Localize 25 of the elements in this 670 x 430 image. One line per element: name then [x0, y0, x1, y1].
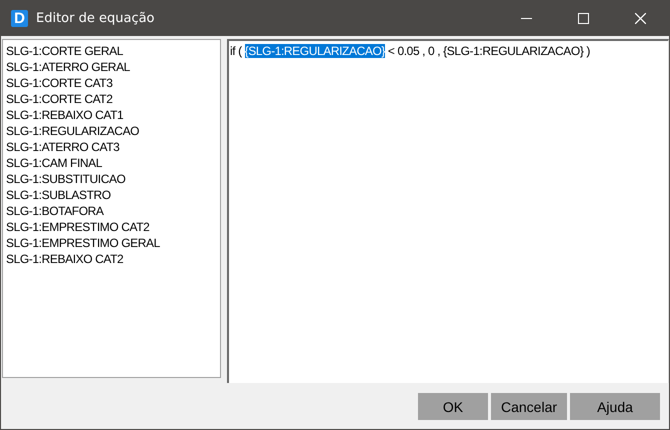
variable-item[interactable]: SLG-1:CAM FINAL	[6, 155, 217, 171]
variable-item[interactable]: SLG-1:REGULARIZACAO	[6, 123, 217, 139]
close-icon[interactable]	[635, 13, 646, 24]
variable-item[interactable]: SLG-1:EMPRESTIMO CAT2	[6, 219, 217, 235]
variable-item[interactable]: SLG-1:CORTE CAT3	[6, 75, 217, 91]
equation-text: if (	[230, 44, 243, 58]
dialog-button[interactable]: Ajuda	[570, 393, 660, 420]
equation-editor[interactable]: if ( {SLG-1:REGULARIZACAO} < 0.05 , 0 , {SLG-1:REGULARIZACAO} )	[227, 39, 669, 383]
equation-text: {SLG-1:REGULARIZACAO}	[244, 44, 385, 58]
variable-item[interactable]: SLG-1:ATERRO GERAL	[6, 59, 217, 75]
app-icon: D	[11, 10, 28, 27]
variable-item[interactable]: SLG-1:BOTAFORA	[6, 203, 217, 219]
variable-item[interactable]: SLG-1:CORTE CAT2	[6, 91, 217, 107]
variable-item[interactable]: SLG-1:REBAIXO CAT2	[6, 251, 217, 267]
dialog-button[interactable]: Cancelar	[491, 393, 567, 420]
maximize-icon[interactable]	[578, 13, 589, 24]
variable-item[interactable]: SLG-1:REBAIXO CAT1	[6, 107, 217, 123]
window-title: Editor de equação	[36, 11, 155, 26]
dialog-button[interactable]: OK	[418, 393, 488, 420]
variable-item[interactable]: SLG-1:ATERRO CAT3	[6, 139, 217, 155]
variable-item[interactable]: SLG-1:SUBSTITUICAO	[6, 171, 217, 187]
variable-item[interactable]: SLG-1:SUBLASTRO	[6, 187, 217, 203]
equation-text: < 0.05 , 0 , {SLG-1:REGULARIZACAO} )	[386, 44, 590, 58]
variable-item[interactable]: SLG-1:CORTE GERAL	[6, 43, 217, 59]
variable-item[interactable]: SLG-1:EMPRESTIMO GERAL	[6, 235, 217, 251]
